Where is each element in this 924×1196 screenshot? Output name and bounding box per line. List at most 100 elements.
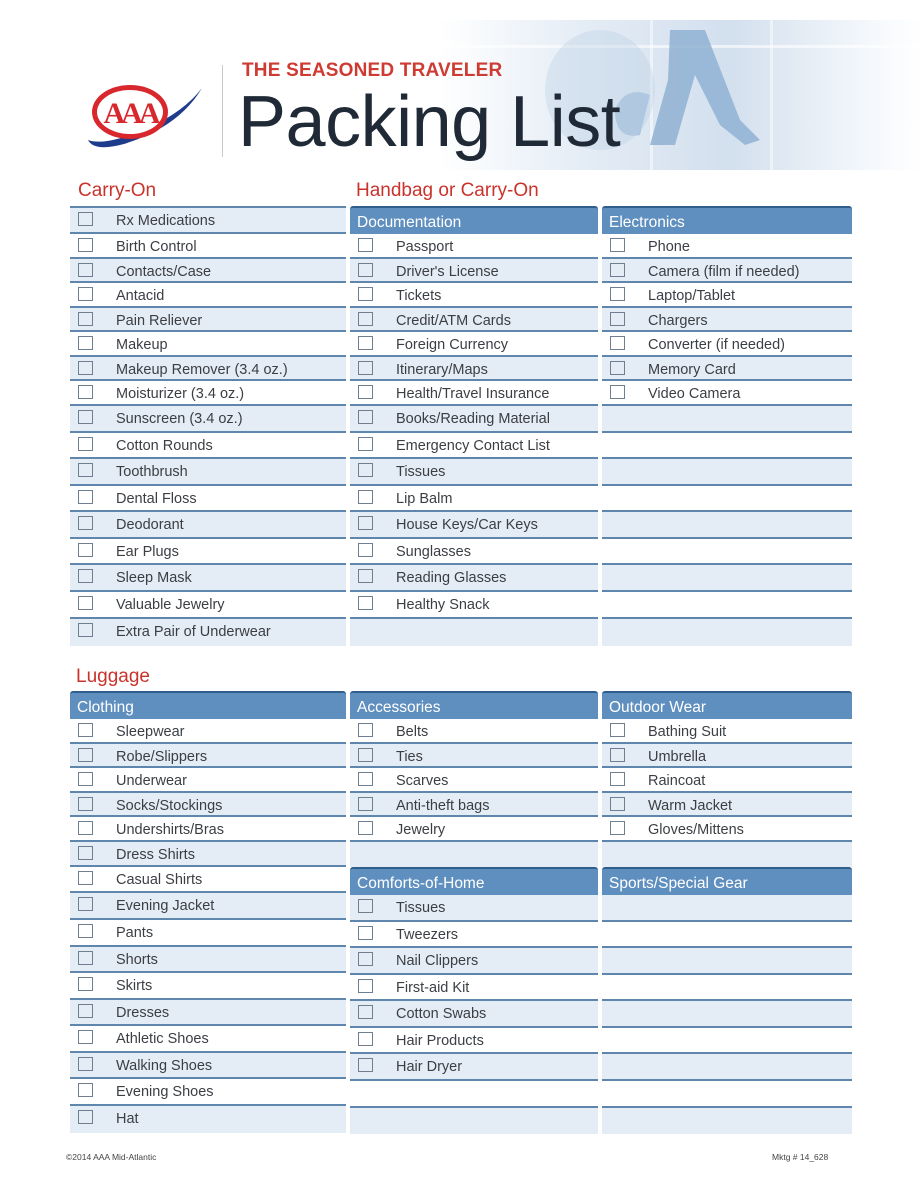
checklist-row: Moisturizer (3.4 oz.) bbox=[70, 381, 346, 406]
checklist-row: Extra Pair of Underwear bbox=[70, 618, 346, 646]
checkbox[interactable] bbox=[358, 516, 373, 530]
checkbox[interactable] bbox=[358, 311, 373, 326]
checkbox[interactable] bbox=[78, 542, 93, 557]
section-title-handbag: Handbag or Carry-On bbox=[356, 180, 539, 201]
checkbox[interactable] bbox=[358, 489, 373, 504]
checkbox[interactable] bbox=[78, 436, 93, 451]
checkbox[interactable] bbox=[78, 950, 93, 965]
checkbox[interactable] bbox=[610, 287, 625, 301]
checkbox[interactable] bbox=[610, 262, 625, 277]
checkbox[interactable] bbox=[358, 1005, 373, 1019]
item-label: Emergency Contact List bbox=[396, 437, 550, 454]
checklist-row: Evening Shoes bbox=[70, 1079, 346, 1106]
checklist-row: Hair Dryer bbox=[350, 1054, 598, 1081]
checkbox[interactable] bbox=[358, 436, 373, 451]
checkbox[interactable] bbox=[610, 747, 625, 762]
checkbox[interactable] bbox=[358, 723, 373, 737]
checkbox[interactable] bbox=[610, 311, 625, 326]
checkbox[interactable] bbox=[358, 463, 373, 477]
checkbox[interactable] bbox=[78, 977, 93, 991]
checkbox[interactable] bbox=[610, 796, 625, 811]
checkbox[interactable] bbox=[358, 238, 373, 252]
checkbox[interactable] bbox=[78, 1110, 93, 1124]
checkbox[interactable] bbox=[78, 360, 93, 375]
checkbox[interactable] bbox=[78, 287, 93, 301]
checkbox[interactable] bbox=[78, 212, 93, 226]
checkbox[interactable] bbox=[78, 1030, 93, 1044]
checkbox[interactable] bbox=[78, 1056, 93, 1071]
checkbox[interactable] bbox=[358, 821, 373, 835]
checkbox[interactable] bbox=[78, 1003, 93, 1018]
checklist-row: Sleepwear bbox=[70, 719, 346, 744]
checkbox[interactable] bbox=[78, 821, 93, 835]
item-label: Ear Plugs bbox=[116, 543, 179, 560]
checklist-row: Sunglasses bbox=[350, 539, 598, 565]
checkbox[interactable] bbox=[358, 978, 373, 993]
page-title: Packing List bbox=[238, 82, 621, 162]
clothing-header: Clothing bbox=[70, 691, 346, 719]
checkbox[interactable] bbox=[610, 238, 625, 252]
checkbox[interactable] bbox=[78, 596, 93, 610]
checkbox[interactable] bbox=[78, 924, 93, 938]
checkbox[interactable] bbox=[358, 796, 373, 811]
checkbox[interactable] bbox=[358, 409, 373, 424]
checkbox[interactable] bbox=[78, 845, 93, 860]
checkbox[interactable] bbox=[610, 723, 625, 737]
checkbox[interactable] bbox=[78, 1083, 93, 1097]
checkbox[interactable] bbox=[78, 385, 93, 399]
checkbox[interactable] bbox=[358, 1031, 373, 1046]
checkbox[interactable] bbox=[610, 360, 625, 375]
checkbox[interactable] bbox=[78, 569, 93, 583]
checkbox[interactable] bbox=[78, 622, 93, 637]
item-label: Books/Reading Material bbox=[396, 410, 550, 427]
checkbox[interactable] bbox=[358, 360, 373, 375]
checkbox[interactable] bbox=[78, 409, 93, 424]
checkbox[interactable] bbox=[610, 385, 625, 399]
checkbox[interactable] bbox=[78, 489, 93, 504]
checkbox[interactable] bbox=[78, 336, 93, 350]
checkbox[interactable] bbox=[358, 336, 373, 350]
item-label: Converter (if needed) bbox=[648, 337, 786, 353]
checkbox[interactable] bbox=[358, 925, 373, 940]
checkbox[interactable] bbox=[78, 463, 93, 477]
checkbox[interactable] bbox=[78, 796, 93, 811]
checkbox[interactable] bbox=[358, 952, 373, 966]
checkbox[interactable] bbox=[358, 1058, 373, 1072]
checkbox[interactable] bbox=[358, 287, 373, 301]
checkbox[interactable] bbox=[78, 723, 93, 737]
electronics-header: Electronics bbox=[602, 206, 852, 234]
checklist-row bbox=[602, 433, 852, 459]
checklist-row: Contacts/Case bbox=[70, 258, 346, 283]
checkbox[interactable] bbox=[358, 569, 373, 583]
checkbox[interactable] bbox=[358, 385, 373, 399]
item-label: Sleep Mask bbox=[116, 570, 192, 586]
checklist-row: Socks/Stockings bbox=[70, 792, 346, 817]
checklist-row bbox=[350, 1081, 598, 1108]
checkbox[interactable] bbox=[610, 772, 625, 786]
checkbox[interactable] bbox=[78, 262, 93, 277]
checkbox[interactable] bbox=[358, 542, 373, 557]
checkbox[interactable] bbox=[610, 821, 625, 835]
checklist-row: Undershirts/Bras bbox=[70, 817, 346, 842]
checkbox[interactable] bbox=[78, 772, 93, 786]
item-label: Memory Card bbox=[648, 361, 736, 378]
item-label: Hair Dryer bbox=[396, 1059, 463, 1075]
checkbox[interactable] bbox=[78, 870, 93, 885]
checkbox[interactable] bbox=[358, 747, 373, 762]
checkbox[interactable] bbox=[78, 897, 93, 911]
checklist-row: Hair Products bbox=[350, 1028, 598, 1054]
checkbox[interactable] bbox=[78, 311, 93, 326]
checkbox[interactable] bbox=[358, 898, 373, 913]
checkbox[interactable] bbox=[78, 238, 93, 252]
item-label: House Keys/Car Keys bbox=[396, 517, 538, 533]
checkbox[interactable] bbox=[78, 516, 93, 530]
item-label: Hair Products bbox=[396, 1032, 484, 1049]
checkbox[interactable] bbox=[358, 596, 373, 610]
checkbox[interactable] bbox=[78, 747, 93, 762]
checklist-row: Walking Shoes bbox=[70, 1052, 346, 1079]
checkbox[interactable] bbox=[358, 262, 373, 277]
item-label: Laptop/Tablet bbox=[648, 288, 736, 304]
checkbox[interactable] bbox=[610, 336, 625, 350]
checkbox[interactable] bbox=[358, 772, 373, 786]
checklist-row: Scarves bbox=[350, 768, 598, 793]
